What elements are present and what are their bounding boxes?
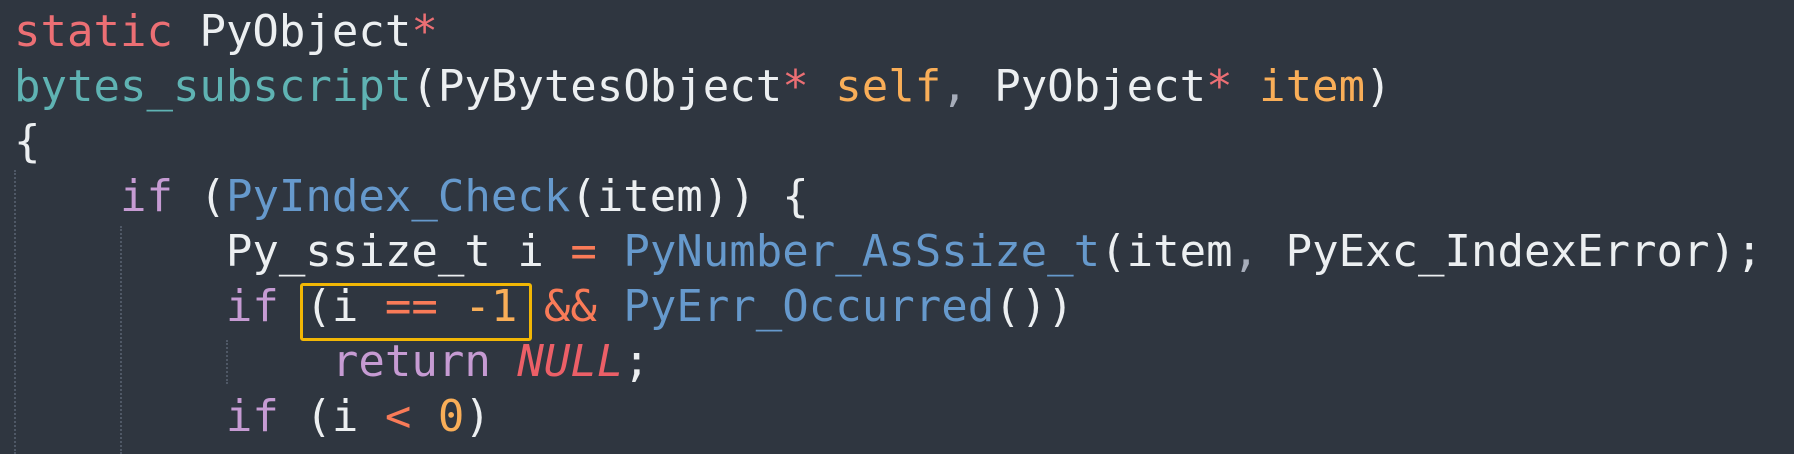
code-line-6[interactable]: if (i == -1 && PyErr_Occurred())	[14, 279, 1074, 335]
parameter-item: item	[1259, 61, 1366, 112]
number-literal: 0	[437, 391, 465, 442]
function-call: PyNumber_AsSsize_t	[623, 226, 1101, 277]
call-arg: PyExc_IndexError);	[1285, 226, 1763, 277]
type-name: PyObject	[199, 6, 412, 57]
code-line-7[interactable]: return NULL;	[14, 334, 650, 390]
variable-i: i	[331, 391, 359, 442]
parameter-self: self	[835, 61, 942, 112]
code-line-3[interactable]: {	[14, 114, 41, 170]
code-editor[interactable]: static PyObject* bytes_subscript(PyBytes…	[0, 0, 1794, 454]
paren-open: (	[411, 61, 438, 112]
comma: ,	[1232, 226, 1260, 277]
type-name: PyBytesObject	[437, 61, 783, 112]
logical-and-operator: &&	[543, 281, 597, 332]
assign-operator: =	[570, 226, 597, 277]
open-brace: {	[14, 116, 41, 167]
type-name: PyObject	[994, 61, 1207, 112]
code-line-1[interactable]: static PyObject*	[14, 4, 438, 60]
if-keyword: if	[119, 171, 173, 222]
return-keyword: return	[331, 336, 491, 387]
if-keyword: if	[225, 391, 279, 442]
code-line-5[interactable]: Py_ssize_t i = PyNumber_AsSsize_t(item, …	[14, 224, 1763, 280]
call-arg: (item	[1100, 226, 1233, 277]
storage-keyword: static	[14, 6, 173, 57]
null-constant: NULL	[517, 336, 624, 387]
code-line-2[interactable]: bytes_subscript(PyBytesObject* self, PyO…	[14, 59, 1392, 115]
paren-close: ())	[994, 281, 1074, 332]
code-line-4[interactable]: if (PyIndex_Check(item)) {	[14, 169, 809, 225]
function-name: bytes_subscript	[14, 61, 412, 112]
paren-open: (	[199, 171, 226, 222]
type-name: Py_ssize_t	[225, 226, 491, 277]
code-line-8[interactable]: if (i < 0)	[14, 389, 491, 445]
paren-close: )	[464, 391, 491, 442]
less-than-operator: <	[384, 391, 412, 442]
paren-close: )	[1365, 61, 1392, 112]
variable-i: i	[517, 226, 544, 277]
selection-highlight-box	[300, 283, 532, 341]
semicolon: ;	[623, 336, 650, 387]
paren-open: (	[305, 391, 332, 442]
comma: ,	[941, 61, 968, 112]
pointer-operator: *	[782, 61, 809, 112]
function-call: PyErr_Occurred	[623, 281, 995, 332]
pointer-operator: *	[411, 6, 438, 57]
function-call: PyIndex_Check	[225, 171, 571, 222]
if-keyword: if	[225, 281, 279, 332]
open-brace: {	[782, 171, 809, 222]
call-args: (item)	[570, 171, 730, 222]
paren-close: )	[729, 171, 756, 222]
pointer-operator: *	[1206, 61, 1233, 112]
